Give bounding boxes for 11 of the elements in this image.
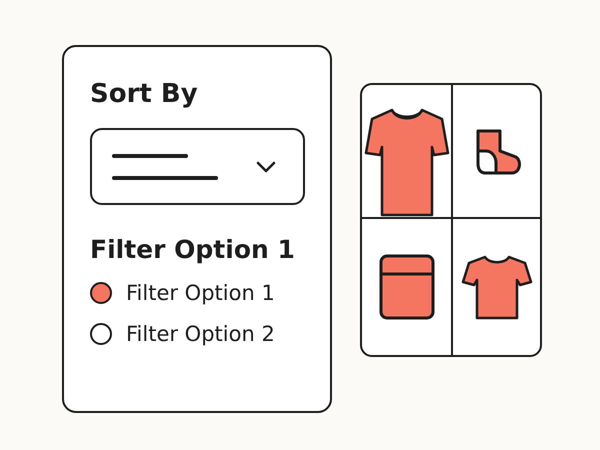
radio-button[interactable] <box>90 282 112 304</box>
filter-heading: Filter Option 1 <box>90 234 295 266</box>
sort-title: Sort By <box>90 78 198 111</box>
t-shirt-icon <box>460 254 532 320</box>
filter-option[interactable]: Filter Option 2 <box>90 322 275 346</box>
filter-option[interactable]: Filter Option 1 <box>90 281 275 305</box>
box-icon <box>378 254 434 320</box>
chevron-down-icon <box>255 160 277 174</box>
placeholder-lines-icon <box>112 152 220 182</box>
sort-dropdown[interactable] <box>90 128 305 205</box>
radio-button[interactable] <box>90 323 112 345</box>
